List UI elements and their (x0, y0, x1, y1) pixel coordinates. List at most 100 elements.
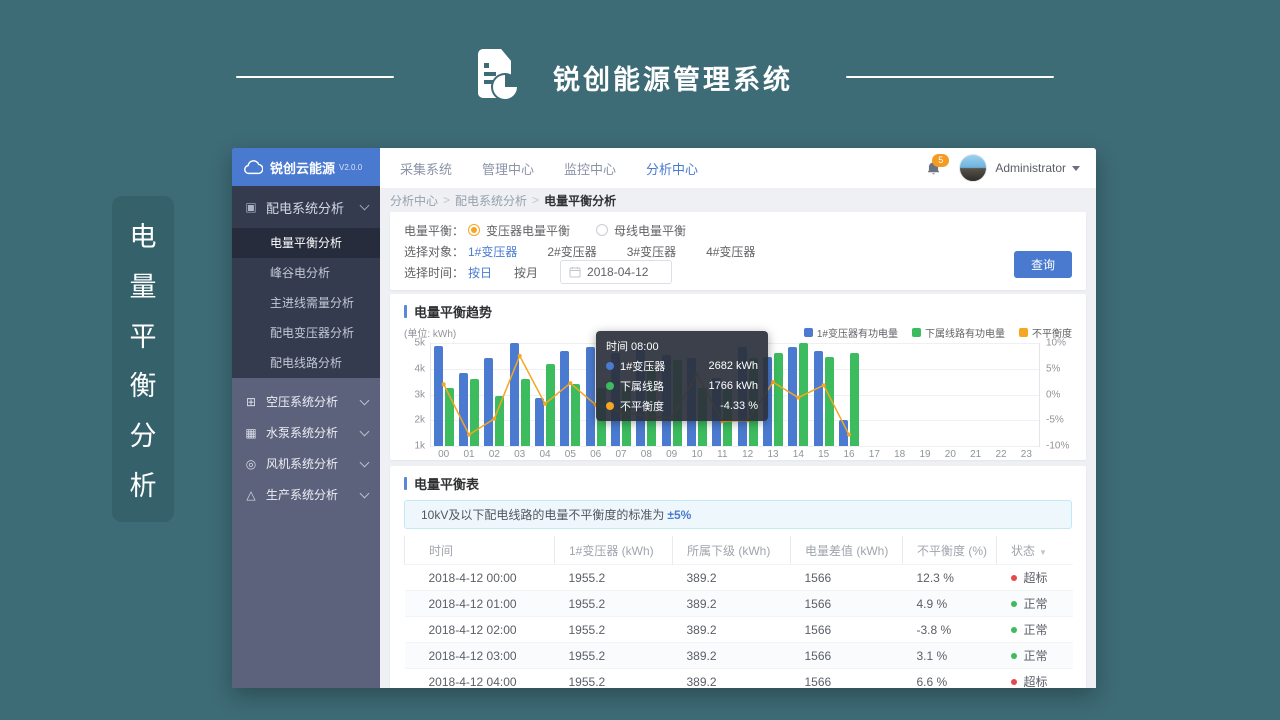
balance-type-label: 电量平衡： (404, 222, 468, 239)
x-tick: 18 (894, 449, 905, 460)
user-menu-caret-icon[interactable] (1072, 166, 1080, 171)
column-header-2[interactable]: 1#变压器 (kWh) (555, 536, 673, 565)
board-char-5: 分 (130, 414, 157, 453)
legend-swatch (912, 328, 921, 337)
topnav-item-2[interactable]: 管理中心 (482, 159, 534, 178)
x-tick: 23 (1021, 449, 1032, 460)
document-pie-icon (472, 48, 522, 107)
column-header-6[interactable]: 状态▼ (997, 536, 1073, 565)
title-accent-bar (404, 477, 407, 490)
tooltip-series-dot (606, 382, 614, 390)
object-option-4[interactable]: 4#变压器 (706, 243, 755, 260)
sidebar-group-2[interactable]: ▦水泵系统分析 (232, 417, 380, 448)
header-right-line (846, 76, 1054, 78)
sidebar-group-label: 水泵系统分析 (266, 424, 338, 441)
table-row: 2018-4-12 02:001955.2389.21566-3.8 %正常 (405, 617, 1073, 643)
avatar[interactable] (959, 154, 987, 182)
topnav-item-3[interactable]: 监控中心 (564, 159, 616, 178)
tooltip-row-3: 不平衡度-4.33 % (606, 398, 758, 414)
cell-subordinate: 389.2 (673, 669, 791, 689)
sidebar-subitem-3[interactable]: 主进线需量分析 (232, 288, 380, 318)
cloud-icon (243, 160, 263, 175)
top-navigation: 采集系统 管理中心 监控中心 分析中心 5 Administrator (380, 148, 1096, 188)
object-option-3[interactable]: 3#变压器 (627, 243, 676, 260)
table-row: 2018-4-12 00:001955.2389.2156612.3 %超标 (405, 565, 1073, 591)
chevron-down-icon (360, 457, 370, 467)
query-button[interactable]: 查询 (1014, 251, 1072, 278)
sidebar-subitem-4[interactable]: 配电变压器分析 (232, 318, 380, 348)
tooltip-series-dot (606, 402, 614, 410)
sidebar-subitem-5[interactable]: 配电线路分析 (232, 348, 380, 378)
topnav-item-4[interactable]: 分析中心 (646, 159, 698, 178)
y-axis-left: 5k4k3k2k1k (404, 343, 430, 447)
cell-time: 2018-4-12 01:00 (405, 591, 555, 617)
main-panel: 采集系统管理中心监控中心分析中心 5 Administrator 分析中心>配电… (380, 148, 1096, 688)
x-tick: 17 (869, 449, 880, 460)
column-header-label: 所属下级 (kWh) (687, 544, 770, 558)
sidebar-logo[interactable]: 锐创云能源 V2.0.0 (232, 148, 380, 186)
column-header-label: 时间 (429, 544, 453, 558)
tooltip-series-value: 1766 kWh (708, 380, 758, 392)
legend-swatch (1019, 328, 1028, 337)
balance-table: 时间 1#变压器 (kWh) 所属下级 (kWh) 电量差值 (kWh) 不平衡度 (%… (404, 536, 1073, 688)
notification-bell[interactable]: 5 (926, 161, 941, 176)
object-option-2[interactable]: 2#变压器 (547, 243, 596, 260)
sidebar-group-distribution[interactable]: ▣ 配电系统分析 (232, 186, 380, 228)
legend-item-2[interactable]: 下属线路有功电量 (912, 325, 1005, 340)
column-header-4[interactable]: 电量差值 (kWh) (791, 536, 903, 565)
app-window: 锐创云能源 V2.0.0 ▣ 配电系统分析 电量平衡分析峰谷电分析主进线需量分析… (232, 148, 1096, 688)
x-tick: 14 (793, 449, 804, 460)
sidebar-subitem-2[interactable]: 峰谷电分析 (232, 258, 380, 288)
sidebar-subitem-1[interactable]: 电量平衡分析 (232, 228, 380, 258)
notification-badge: 5 (932, 154, 949, 167)
x-tick: 01 (463, 449, 474, 460)
balance-radio-label: 变压器电量平衡 (486, 222, 570, 239)
cell-subordinate: 389.2 (673, 617, 791, 643)
sidebar-group-4[interactable]: △生产系统分析 (232, 479, 380, 510)
chart-plot-area[interactable]: 时间 08:00 1#变压器2682 kWh下属线路1766 kWh不平衡度-4… (430, 343, 1040, 447)
chart-tooltip: 时间 08:00 1#变压器2682 kWh下属线路1766 kWh不平衡度-4… (596, 331, 768, 421)
topnav-item-1[interactable]: 采集系统 (400, 159, 452, 178)
cell-unbalance: 12.3 % (903, 565, 997, 591)
balance-radio-1[interactable]: 变压器电量平衡 (468, 222, 570, 239)
time-mode-1[interactable]: 按日 (468, 264, 492, 281)
date-picker[interactable]: 2018-04-12 (560, 260, 672, 284)
sidebar: 锐创云能源 V2.0.0 ▣ 配电系统分析 电量平衡分析峰谷电分析主进线需量分析… (232, 148, 380, 688)
board-char-3: 平 (130, 315, 157, 354)
board-char-6: 析 (130, 464, 157, 503)
tooltip-series-value: 2682 kWh (708, 360, 758, 372)
sort-filter-icon[interactable]: ▼ (1039, 548, 1047, 557)
breadcrumb-item-2[interactable]: 配电系统分析 (455, 192, 527, 209)
tooltip-series-label: 不平衡度 (620, 398, 664, 414)
sidebar-group-label: 空压系统分析 (266, 393, 338, 410)
legend-item-1[interactable]: 1#变压器有功电量 (804, 325, 898, 340)
cell-time: 2018-4-12 03:00 (405, 643, 555, 669)
chevron-down-icon (360, 488, 370, 498)
x-tick: 13 (767, 449, 778, 460)
column-header-label: 电量差值 (kWh) (805, 544, 888, 558)
time-mode-2[interactable]: 按月 (514, 264, 538, 281)
object-option-1[interactable]: 1#变压器 (468, 243, 517, 260)
sidebar-group-3[interactable]: ◎风机系统分析 (232, 448, 380, 479)
breadcrumb-item-1[interactable]: 分析中心 (390, 192, 438, 209)
balance-radio-2[interactable]: 母线电量平衡 (596, 222, 686, 239)
tooltip-row-1: 1#变压器2682 kWh (606, 358, 758, 374)
y-right-tick: 0% (1046, 389, 1060, 400)
x-tick: 02 (489, 449, 500, 460)
column-header-3[interactable]: 所属下级 (kWh) (673, 536, 791, 565)
distribution-grid-icon: ▣ (244, 200, 258, 214)
x-tick: 16 (843, 449, 854, 460)
chart-legend: 1#变压器有功电量下属线路有功电量不平衡度 (790, 325, 1072, 340)
tooltip-series-label: 下属线路 (620, 378, 664, 394)
status-badge: 超标 (1024, 571, 1048, 585)
column-header-1[interactable]: 时间 (405, 536, 555, 565)
user-name[interactable]: Administrator (995, 161, 1066, 175)
breadcrumb-item-3: 电量平衡分析 (544, 192, 616, 209)
x-tick: 05 (565, 449, 576, 460)
column-header-5[interactable]: 不平衡度 (%) (903, 536, 997, 565)
topnav-right: 5 Administrator (926, 154, 1080, 182)
sidebar-group-1[interactable]: ⊞空压系统分析 (232, 386, 380, 417)
cell-status: 正常 (997, 591, 1073, 617)
chart-title-row: 电量平衡趋势 (404, 302, 1072, 321)
x-tick: 03 (514, 449, 525, 460)
